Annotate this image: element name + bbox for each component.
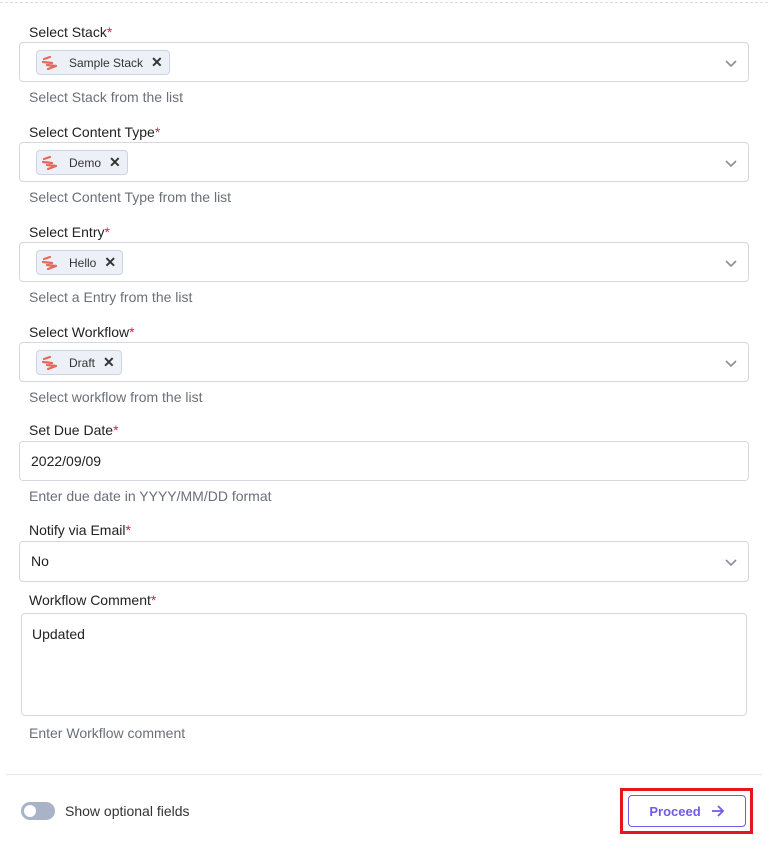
stack-logo-icon: [41, 155, 58, 170]
multi-select[interactable]: Demo ✕: [19, 142, 749, 182]
comment-textarea[interactable]: Updated: [21, 613, 747, 716]
proceed-button[interactable]: Proceed: [628, 795, 746, 827]
field-help: Select a Entry from the list: [29, 289, 193, 305]
chevron-down-icon: [725, 360, 737, 368]
show-optional-label: Show optional fields: [65, 803, 190, 819]
remove-chip-icon[interactable]: ✕: [104, 254, 116, 271]
multi-select[interactable]: Hello ✕: [19, 242, 749, 282]
field-help: Select workflow from the list: [29, 389, 203, 405]
remove-chip-icon[interactable]: ✕: [109, 154, 121, 171]
footer-divider: [6, 774, 762, 775]
notify-select[interactable]: No: [19, 541, 749, 582]
chip-label: Draft: [69, 355, 96, 370]
comment-label: Workflow Comment*: [29, 592, 157, 608]
stack-logo-icon: [41, 355, 58, 370]
field-label: Select Workflow*: [29, 324, 135, 340]
arrow-right-icon: [711, 805, 724, 817]
proceed-label: Proceed: [649, 803, 701, 819]
field-label: Select Content Type*: [29, 124, 161, 140]
stack-logo-icon: [41, 255, 58, 270]
comment-help: Enter Workflow comment: [29, 725, 186, 741]
stack-logo-icon: [41, 55, 58, 70]
due-date-label: Set Due Date*: [29, 422, 119, 438]
field-help: Select Stack from the list: [29, 89, 184, 105]
selected-chip: Hello ✕: [36, 250, 124, 275]
selected-chip: Draft ✕: [36, 350, 122, 375]
toggle-knob: [24, 805, 36, 817]
due-date-input[interactable]: 2022/09/09: [19, 441, 749, 481]
field-label: Select Entry*: [29, 224, 110, 240]
selected-chip: Sample Stack ✕: [36, 50, 170, 75]
field-help: Select Content Type from the list: [29, 189, 232, 205]
due-date-value: 2022/09/09: [31, 453, 102, 469]
remove-chip-icon[interactable]: ✕: [151, 54, 163, 71]
chevron-down-icon: [725, 60, 737, 68]
field-label: Select Stack*: [29, 24, 113, 40]
chevron-down-icon: [725, 160, 737, 168]
chip-label: Sample Stack: [69, 55, 144, 70]
selected-chip: Demo ✕: [36, 150, 128, 175]
remove-chip-icon[interactable]: ✕: [103, 354, 115, 371]
top-divider: [0, 2, 768, 3]
multi-select[interactable]: Draft ✕: [19, 342, 749, 382]
show-optional-toggle[interactable]: [21, 802, 55, 820]
chevron-down-icon: [725, 260, 737, 268]
notify-label: Notify via Email*: [29, 522, 131, 538]
multi-select[interactable]: Sample Stack ✕: [19, 42, 749, 82]
due-date-help: Enter due date in YYYY/MM/DD format: [29, 488, 272, 504]
chevron-down-icon: [725, 559, 737, 567]
notify-value: No: [31, 553, 49, 569]
chip-label: Hello: [69, 255, 97, 270]
chip-label: Demo: [69, 155, 102, 170]
